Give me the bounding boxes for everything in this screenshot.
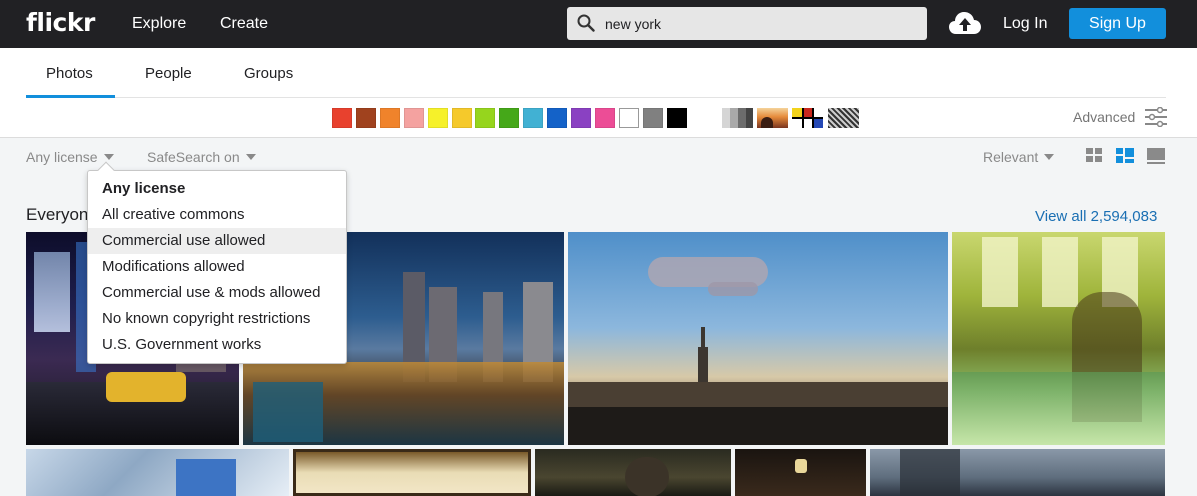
search-header: Photos People Groups Advanced [0,48,1197,138]
view-all-link[interactable]: View all 2,594,083 [1035,208,1157,225]
sliders-icon[interactable] [1145,107,1167,127]
photo-portrait[interactable] [535,449,731,496]
license-option-creative-commons[interactable]: All creative commons [88,202,346,228]
license-filter-label: Any license [26,149,98,165]
chevron-down-icon [1044,154,1055,160]
color-swatch[interactable] [332,108,352,128]
license-option-modifications[interactable]: Modifications allowed [88,254,346,280]
explore-link[interactable]: Explore [132,15,186,33]
photo-grand-central[interactable] [952,232,1165,445]
photo-empire-state[interactable] [568,232,948,445]
style-swatch-depth-of-field[interactable] [757,108,788,128]
license-option-commercial-mods[interactable]: Commercial use & mods allowed [88,280,346,306]
color-swatch[interactable] [618,108,639,128]
color-swatch[interactable] [523,108,544,128]
justified-view-icon[interactable] [1116,148,1134,164]
flickr-logo[interactable]: flickr [26,8,95,37]
large-view-icon[interactable] [1147,148,1165,164]
search-query: new york [605,16,662,32]
color-swatch[interactable] [547,108,568,128]
color-swatch[interactable] [451,108,472,128]
sort-filter[interactable]: Relevant [983,149,1055,165]
grid-small-view-icon[interactable] [1086,148,1104,164]
safesearch-filter-label: SafeSearch on [147,149,240,165]
sort-filter-label: Relevant [983,149,1039,165]
license-option-commercial[interactable]: Commercial use allowed [88,228,346,254]
license-option-no-copyright[interactable]: No known copyright restrictions [88,306,346,332]
active-tab-indicator [26,95,115,98]
style-swatch-minimalist[interactable] [792,108,823,128]
license-dropdown-menu: Any license All creative commons Commerc… [87,161,347,364]
safesearch-filter[interactable]: SafeSearch on [147,149,256,165]
color-swatch[interactable] [642,108,663,128]
photo-lamp[interactable] [735,449,866,496]
tab-people[interactable]: People [145,65,192,82]
tab-photos[interactable]: Photos [46,65,93,82]
color-swatch[interactable] [594,108,615,128]
tab-groups[interactable]: Groups [244,65,293,82]
upload-cloud-icon[interactable] [948,10,982,36]
chevron-down-icon [103,154,114,160]
tabs-divider [26,97,1166,98]
style-swatch-patterns[interactable] [828,108,859,128]
color-swatch[interactable] [403,108,424,128]
chevron-down-icon [245,154,256,160]
color-swatch[interactable] [379,108,400,128]
license-option-any[interactable]: Any license [88,176,346,202]
search-input[interactable]: new york [567,7,927,40]
color-swatch[interactable] [666,108,687,128]
license-option-us-government[interactable]: U.S. Government works [88,332,346,358]
advanced-link[interactable]: Advanced [1073,109,1135,125]
photo-skyscraper[interactable] [26,449,289,496]
style-swatch-black-and-white[interactable] [722,108,753,128]
login-link[interactable]: Log In [1003,15,1047,33]
color-swatch[interactable] [571,108,591,128]
color-swatch[interactable] [355,108,376,128]
search-icon [577,14,595,32]
color-swatch[interactable] [499,108,520,128]
color-swatch[interactable] [427,108,448,128]
signup-button[interactable]: Sign Up [1069,8,1166,39]
photo-bridge[interactable] [870,449,1165,496]
license-filter[interactable]: Any license [26,149,114,165]
create-link[interactable]: Create [220,15,268,33]
top-nav: flickr Explore Create new york Log In Si… [0,0,1197,48]
color-swatch[interactable] [475,108,496,128]
photo-frame[interactable] [293,449,531,496]
